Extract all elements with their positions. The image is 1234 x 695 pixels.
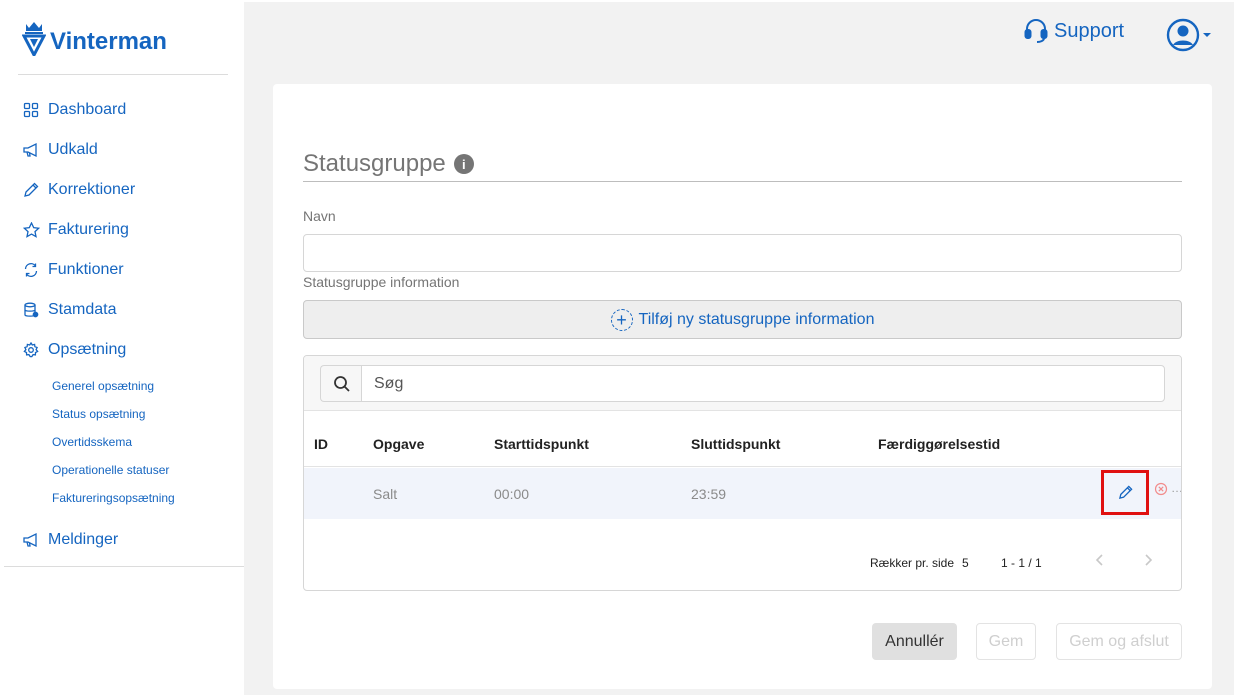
delete-row-icon[interactable] — [1154, 482, 1168, 496]
add-status-info-label: Tilføj ny statusgruppe information — [638, 310, 875, 328]
table-pagination: Rækker pr. side 5 1 - 1 / 1 — [304, 552, 1181, 572]
save-and-close-button[interactable]: Gem og afslut — [1056, 623, 1182, 660]
cell-starttidspunkt: 00:00 — [494, 486, 530, 502]
sidebar-item-label: Dashboard — [48, 101, 127, 118]
pencil-icon — [1118, 485, 1133, 500]
database-icon — [22, 301, 40, 319]
megaphone-icon — [22, 141, 40, 159]
gear-icon — [22, 341, 40, 359]
sidebar-item-funktioner[interactable]: Funktioner — [4, 250, 244, 290]
sidebar-item-label: Korrektioner — [48, 181, 136, 198]
column-header-opgave[interactable]: Opgave — [373, 436, 424, 452]
edit-row-button[interactable] — [1101, 470, 1149, 515]
sidebar-item-label: Funktioner — [48, 261, 124, 278]
page-title-text: Statusgruppe — [303, 150, 446, 177]
sidebar-item-udkald[interactable]: Udkald — [4, 130, 244, 170]
column-header-sluttidspunkt[interactable]: Sluttidspunkt — [691, 436, 780, 452]
sidebar-item-label: Opsætning — [48, 341, 127, 358]
headset-icon — [1024, 19, 1048, 43]
status-info-table: ID Opgave Starttidspunkt Sluttidspunkt F… — [303, 355, 1182, 591]
sidebar-subitem-status-opsaetning[interactable]: Status opsætning — [4, 400, 244, 428]
sidebar-item-fakturering[interactable]: Fakturering — [4, 210, 244, 250]
star-icon — [22, 221, 40, 239]
sidebar-subitem-faktureringsopsaetning[interactable]: Faktureringsopsætning — [4, 484, 244, 512]
sidebar-subitem-generel-opsaetning[interactable]: Generel opsætning — [4, 372, 244, 400]
search-icon — [333, 375, 350, 392]
name-input[interactable] — [303, 234, 1182, 272]
title-divider — [303, 181, 1182, 182]
user-menu[interactable] — [1166, 18, 1212, 52]
column-header-faerdiggoerelsestid[interactable]: Færdiggørelsestid — [878, 436, 1000, 452]
sidebar-item-label: Udkald — [48, 141, 98, 158]
table-row[interactable]: Salt 00:00 23:59 … — [304, 468, 1181, 519]
setup-submenu: Generel opsætning Status opsætning Overt… — [4, 370, 244, 520]
sidebar-nav: Dashboard Udkald Korrektioner Fakturerin… — [4, 90, 244, 560]
crown-shield-icon — [22, 22, 46, 56]
sidebar-item-label: Meldinger — [48, 531, 119, 548]
support-link[interactable]: Support — [1024, 18, 1124, 44]
page-title: Statusgruppe i — [303, 150, 474, 178]
plus-circle-icon: + — [610, 308, 633, 331]
chevron-left-icon[interactable] — [1094, 552, 1106, 568]
cell-opgave: Salt — [373, 486, 398, 502]
logo-divider — [18, 74, 228, 75]
page-range: 1 - 1 / 1 — [1001, 556, 1042, 570]
sidebar-subitem-operationelle-statuser[interactable]: Operationelle statuser — [4, 456, 244, 484]
column-header-starttidspunkt[interactable]: Starttidspunkt — [494, 436, 589, 452]
table-header: ID Opgave Starttidspunkt Sluttidspunkt F… — [304, 412, 1181, 467]
sidebar-item-korrektioner[interactable]: Korrektioner — [4, 170, 244, 210]
pencil-icon — [22, 181, 40, 199]
logo[interactable]: Vinterman — [22, 20, 167, 56]
rows-per-page-select[interactable]: 5 — [962, 556, 969, 570]
add-status-info-button[interactable]: + Tilføj ny statusgruppe information — [303, 300, 1182, 339]
chevron-right-icon[interactable] — [1142, 552, 1154, 568]
grid-icon — [22, 101, 40, 119]
refresh-icon — [22, 261, 40, 279]
rows-per-page-label: Rækker pr. side — [870, 556, 955, 570]
info-icon[interactable]: i — [453, 154, 474, 174]
name-label: Navn — [303, 208, 336, 224]
sidebar-item-stamdata[interactable]: Stamdata — [4, 290, 244, 330]
user-avatar-icon — [1166, 18, 1200, 52]
sidebar: Vinterman Dashboard Udkald Korrektioner … — [4, 2, 244, 695]
sidebar-item-dashboard[interactable]: Dashboard — [4, 90, 244, 130]
caret-down-icon — [1203, 33, 1211, 37]
save-button[interactable]: Gem — [976, 623, 1036, 660]
sidebar-subitem-overtidsskema[interactable]: Overtidsskema — [4, 428, 244, 456]
megaphone-icon — [22, 531, 40, 549]
sidebar-item-opsaetning[interactable]: Opsætning — [4, 330, 244, 370]
table-search-bar — [304, 356, 1181, 411]
support-label: Support — [1054, 19, 1125, 42]
info-section-label: Statusgruppe information — [303, 274, 460, 290]
cell-sluttidspunkt: 23:59 — [691, 486, 727, 502]
search-icon-button[interactable] — [320, 365, 362, 402]
form-card: Statusgruppe i Navn Statusgruppe informa… — [273, 84, 1212, 689]
brand-name: Vinterman — [50, 28, 167, 55]
search-input[interactable] — [361, 365, 1165, 402]
main-area: Support Statusgruppe i Navn Statusgruppe… — [244, 2, 1234, 695]
sidebar-item-label: Fakturering — [48, 221, 129, 238]
cancel-button[interactable]: Annullér — [872, 623, 957, 660]
more-options-icon[interactable]: … — [1171, 481, 1181, 495]
sidebar-divider — [4, 566, 244, 567]
sidebar-item-label: Stamdata — [48, 301, 117, 318]
column-header-id[interactable]: ID — [314, 436, 328, 452]
sidebar-item-meldinger[interactable]: Meldinger — [4, 520, 244, 560]
